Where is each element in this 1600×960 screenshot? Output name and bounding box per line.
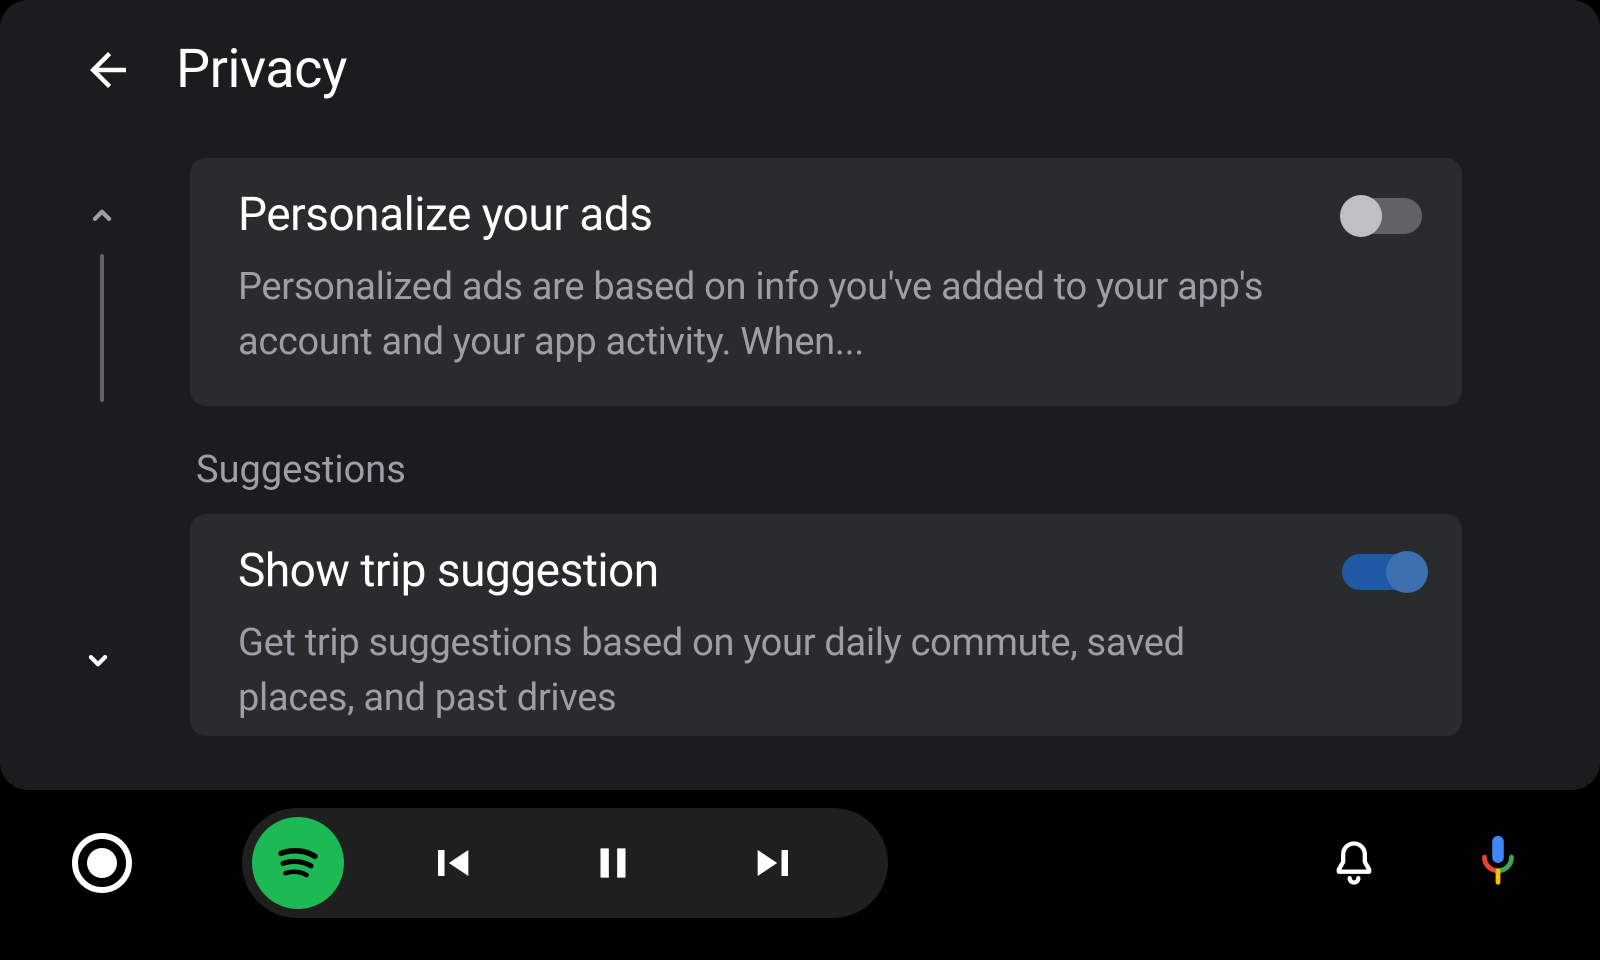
home-button[interactable] — [72, 833, 132, 893]
arrow-left-icon — [81, 43, 135, 97]
mic-icon — [1474, 834, 1522, 892]
page-title: Privacy — [176, 38, 347, 101]
setting-title: Personalize your ads — [238, 188, 1302, 242]
header: Privacy — [0, 0, 1600, 123]
previous-track-button[interactable] — [396, 823, 506, 903]
settings-panel: Privacy Personalize your ads Personalize… — [0, 0, 1600, 790]
back-button[interactable] — [78, 40, 138, 100]
next-track-button[interactable] — [720, 823, 830, 903]
scrollbar-track[interactable] — [100, 254, 104, 402]
toggle-knob — [1340, 195, 1382, 237]
toggle-personalize-ads[interactable] — [1342, 198, 1422, 234]
toggle-knob — [1386, 551, 1428, 593]
skip-previous-icon — [425, 837, 477, 889]
setting-description: Personalized ads are based on info you'v… — [238, 260, 1302, 370]
pause-button[interactable] — [558, 823, 668, 903]
setting-trip-suggestion[interactable]: Show trip suggestion Get trip suggestion… — [190, 514, 1462, 736]
setting-personalize-ads[interactable]: Personalize your ads Personalized ads ar… — [190, 158, 1462, 406]
scroll-up-button[interactable] — [82, 196, 122, 236]
section-header-suggestions: Suggestions — [196, 448, 1462, 492]
pause-icon — [588, 838, 638, 888]
bell-icon — [1328, 837, 1380, 889]
spotify-icon — [269, 834, 327, 892]
chevron-up-icon — [85, 199, 119, 233]
toggle-trip-suggestion[interactable] — [1342, 554, 1422, 590]
setting-description: Get trip suggestions based on your daily… — [238, 616, 1302, 726]
chevron-down-icon — [81, 643, 115, 677]
spotify-app-button[interactable] — [252, 817, 344, 909]
setting-title: Show trip suggestion — [238, 544, 1302, 598]
assistant-mic-button[interactable] — [1468, 833, 1528, 893]
media-controls — [242, 808, 888, 918]
skip-next-icon — [749, 837, 801, 889]
bottom-bar — [0, 790, 1600, 960]
scroll-down-button[interactable] — [78, 640, 118, 680]
notifications-button[interactable] — [1324, 833, 1384, 893]
